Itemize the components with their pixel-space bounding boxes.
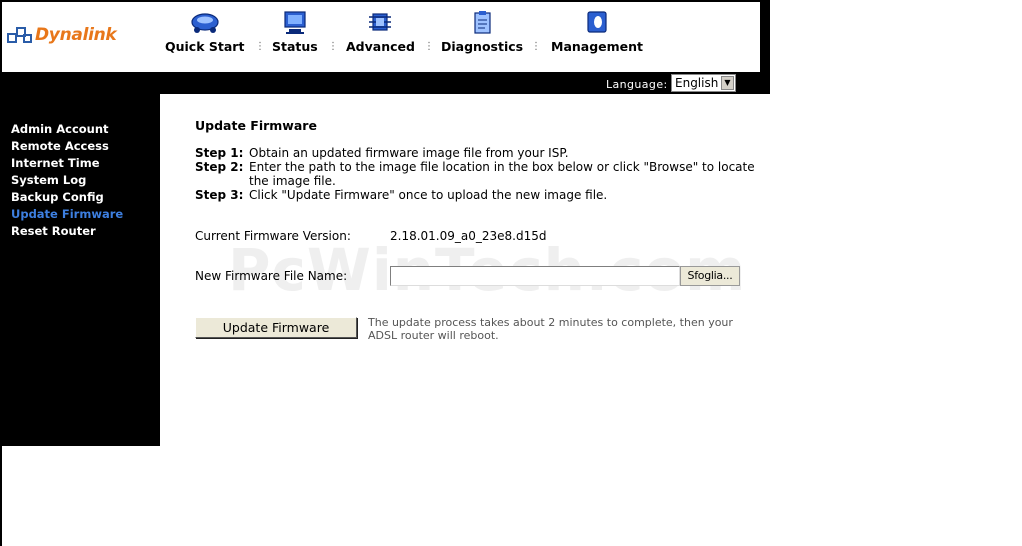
sidebar-item-update-firmware[interactable]: Update Firmware [11, 206, 123, 223]
management-icon [587, 11, 607, 33]
nav-label: Diagnostics [441, 39, 524, 54]
nav-separator: ⋮ [328, 41, 338, 52]
dynalink-logo: Dynalink [7, 22, 117, 48]
file-name-label: New Firmware File Name: [195, 269, 348, 283]
nav-label: Advanced [346, 39, 415, 54]
step-text: Obtain an updated firmware image file fr… [249, 146, 569, 160]
language-selected-value: English [675, 76, 719, 90]
nav-label: Quick Start [165, 39, 245, 54]
sidebar-item-reset-router[interactable]: Reset Router [11, 223, 123, 240]
nav-separator: ⋮ [424, 41, 434, 52]
step-text: Click "Update Firmware" once to upload t… [249, 188, 608, 202]
language-select[interactable]: English ▼ [671, 74, 736, 92]
update-firmware-button[interactable]: Update Firmware [195, 317, 357, 338]
nav-label: Status [272, 39, 318, 54]
firmware-file-input[interactable] [390, 266, 680, 286]
step-number: Step 1: [195, 146, 244, 160]
nav-diagnostics[interactable]: Diagnostics [441, 10, 523, 54]
sidebar-item-remote-access[interactable]: Remote Access [11, 138, 123, 155]
language-label: Language: [606, 78, 668, 91]
chip-icon [369, 13, 392, 31]
nav-quick-start[interactable]: Quick Start [165, 10, 244, 54]
clipboard-icon [474, 11, 491, 34]
sidebar-item-backup-config[interactable]: Backup Config [11, 189, 123, 206]
current-version-value: 2.18.01.09_a0_23e8.d15d [390, 229, 547, 243]
step-1: Step 1: Obtain an updated firmware image… [195, 146, 755, 160]
monitor-icon [284, 11, 306, 34]
step-number: Step 3: [195, 188, 244, 202]
current-version-label: Current Firmware Version: [195, 229, 351, 243]
sidebar-menu: Admin Account Remote Access Internet Tim… [11, 121, 123, 240]
sidebar-item-admin-account[interactable]: Admin Account [11, 121, 123, 138]
brand-name: Dynalink [35, 25, 117, 45]
step-2: Step 2: Enter the path to the image file… [195, 160, 755, 188]
browse-button[interactable]: Sfoglia... [680, 266, 740, 286]
nav-separator: ⋮ [255, 41, 265, 52]
step-3: Step 3: Click "Update Firmware" once to … [195, 188, 755, 202]
nav-status[interactable]: Status [272, 10, 318, 54]
update-note: The update process takes about 2 minutes… [368, 316, 733, 342]
page-title: Update Firmware [195, 118, 317, 133]
chevron-down-icon[interactable]: ▼ [721, 76, 734, 90]
nav-management[interactable]: Management [551, 10, 643, 54]
quick-start-icon [191, 13, 219, 33]
instruction-steps: Step 1: Obtain an updated firmware image… [195, 146, 755, 202]
nav-advanced[interactable]: Advanced [346, 10, 415, 54]
step-text: Enter the path to the image file locatio… [249, 160, 755, 188]
sidebar-item-internet-time[interactable]: Internet Time [11, 155, 123, 172]
sidebar-item-system-log[interactable]: System Log [11, 172, 123, 189]
nav-separator: ⋮ [531, 41, 541, 52]
step-number: Step 2: [195, 160, 244, 174]
nav-label: Management [551, 39, 644, 54]
dynalink-logo-icon [7, 27, 32, 43]
